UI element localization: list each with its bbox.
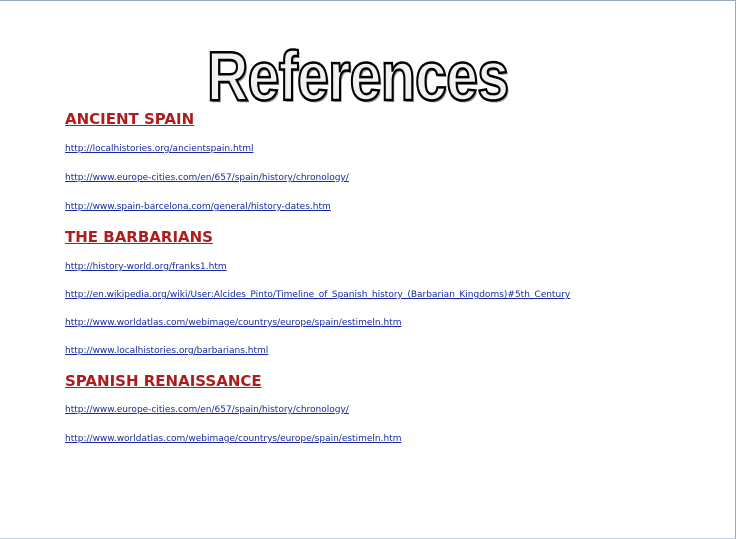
section-heading: SPANISH RENAISSANCE [65, 372, 262, 390]
reference-link[interactable]: http://www.worldatlas.com/webimage/count… [65, 317, 715, 329]
list-item: http://www.worldatlas.com/webimage/count… [65, 433, 715, 445]
list-item: http://www.europe-cities.com/en/657/spai… [65, 404, 715, 416]
reference-link[interactable]: http://www.worldatlas.com/webimage/count… [65, 433, 715, 445]
reference-link[interactable]: http://en.wikipedia.org/wiki/User:Alcide… [65, 289, 715, 301]
list-item: http://www.localhistories.org/barbarians… [65, 345, 715, 357]
section-the-barbarians: THE BARBARIANS http://history-world.org/… [65, 227, 715, 357]
page-title: References [206, 37, 510, 115]
section-heading: THE BARBARIANS [65, 228, 213, 246]
link-list: http://www.europe-cities.com/en/657/spai… [65, 404, 715, 445]
list-item: http://www.europe-cities.com/en/657/spai… [65, 172, 715, 184]
section-heading: ANCIENT SPAIN [65, 110, 195, 128]
reference-link[interactable]: http://history-world.org/franks1.htm [65, 261, 715, 273]
reference-link[interactable]: http://www.europe-cities.com/en/657/spai… [65, 404, 715, 416]
list-item: http://www.worldatlas.com/webimage/count… [65, 317, 715, 329]
reference-link[interactable]: http://localhistories.org/ancientspain.h… [65, 143, 715, 155]
list-item: http://history-world.org/franks1.htm [65, 261, 715, 273]
link-list: http://localhistories.org/ancientspain.h… [65, 143, 715, 213]
list-item: http://en.wikipedia.org/wiki/User:Alcide… [65, 289, 715, 301]
section-ancient-spain: ANCIENT SPAIN http://localhistories.org/… [65, 109, 715, 213]
reference-link[interactable]: http://www.europe-cities.com/en/657/spai… [65, 172, 715, 184]
list-item: http://localhistories.org/ancientspain.h… [65, 143, 715, 155]
link-list: http://history-world.org/franks1.htm htt… [65, 261, 715, 357]
reference-link[interactable]: http://www.localhistories.org/barbarians… [65, 345, 715, 357]
section-spanish-renaissance: SPANISH RENAISSANCE http://www.europe-ci… [65, 371, 715, 445]
slide: References ANCIENT SPAIN http://localhis… [0, 0, 736, 539]
reference-link[interactable]: http://www.spain-barcelona.com/general/h… [65, 201, 715, 213]
list-item: http://www.spain-barcelona.com/general/h… [65, 201, 715, 213]
references-content: ANCIENT SPAIN http://localhistories.org/… [65, 109, 715, 462]
